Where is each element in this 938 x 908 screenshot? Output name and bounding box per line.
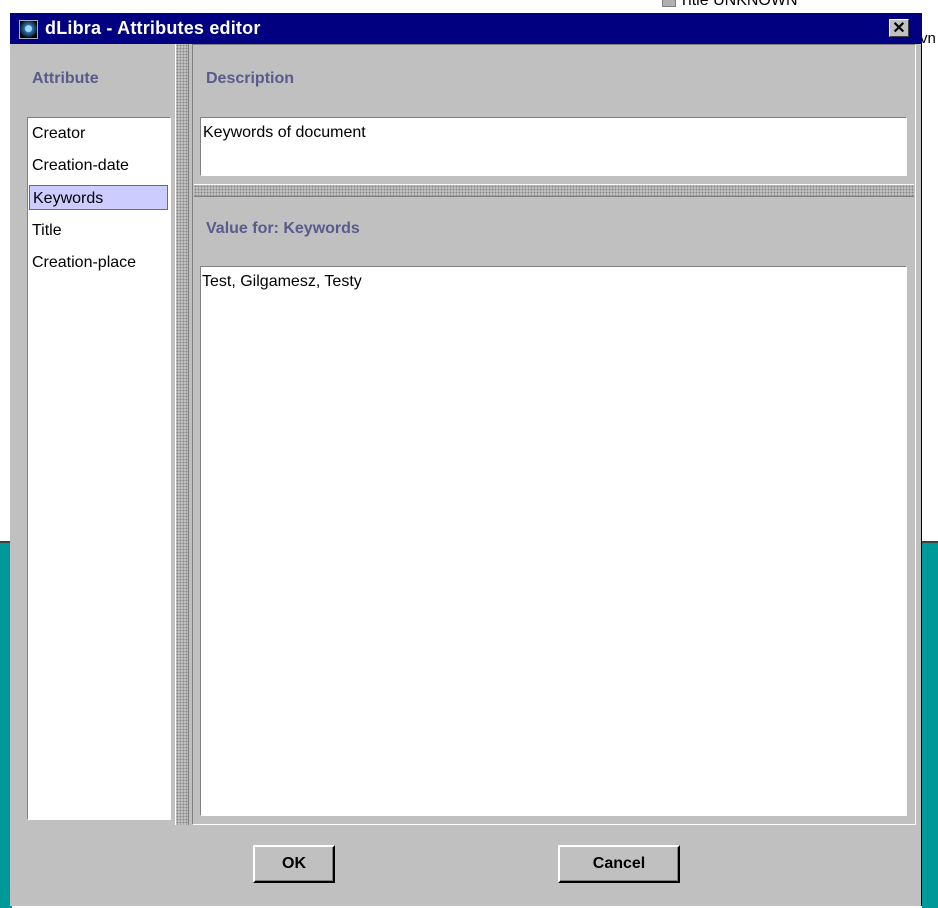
horizontal-splitter[interactable] bbox=[194, 184, 914, 197]
list-item-creation-place[interactable]: Creation-place bbox=[29, 250, 168, 275]
attribute-list[interactable]: Creator Creation-date Keywords Title Cre… bbox=[27, 117, 171, 820]
background-side-text: vn bbox=[920, 30, 936, 47]
description-text: Keywords of document bbox=[200, 117, 907, 176]
list-item-creator[interactable]: Creator bbox=[29, 121, 168, 146]
attributes-editor-dialog: dLibra - Attributes editor ✕ Attribute C… bbox=[10, 13, 922, 906]
vertical-splitter[interactable] bbox=[175, 44, 189, 825]
background-desktop-right bbox=[922, 541, 938, 908]
document-icon bbox=[662, 0, 676, 7]
background-title-text: Title UNKNOWN bbox=[679, 0, 798, 9]
attribute-heading: Attribute bbox=[32, 70, 99, 87]
title-bar[interactable]: dLibra - Attributes editor ✕ bbox=[10, 13, 922, 44]
list-item-keywords[interactable]: Keywords bbox=[29, 185, 168, 210]
list-item-title[interactable]: Title bbox=[29, 218, 168, 243]
close-icon: ✕ bbox=[892, 20, 906, 37]
list-item-creation-date[interactable]: Creation-date bbox=[29, 153, 168, 178]
dlibra-globe-icon bbox=[19, 20, 38, 39]
description-heading: Description bbox=[206, 70, 295, 87]
cancel-button[interactable]: Cancel bbox=[558, 845, 680, 883]
window-title: dLibra - Attributes editor bbox=[45, 18, 261, 38]
value-text-area[interactable]: Test, Gilgamesz, Testy bbox=[200, 266, 907, 816]
background-window-title: Title UNKNOWN bbox=[662, 0, 798, 10]
close-button[interactable]: ✕ bbox=[889, 19, 909, 37]
ok-button[interactable]: OK bbox=[253, 845, 335, 883]
value-heading: Value for: Keywords bbox=[206, 220, 360, 237]
